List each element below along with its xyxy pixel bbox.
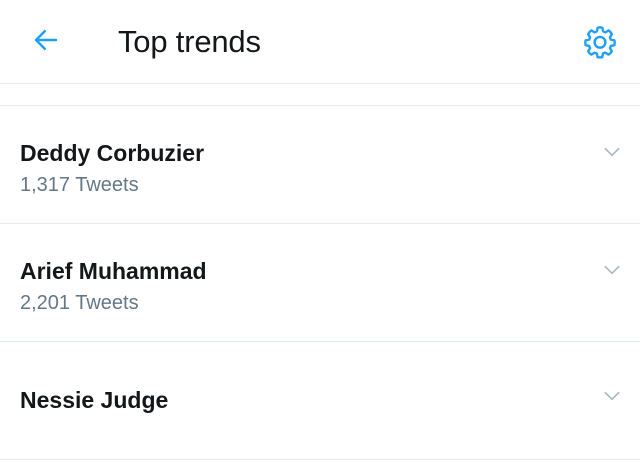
arrow-left-icon [34, 30, 58, 50]
trend-menu-button[interactable] [600, 140, 624, 164]
trend-tweet-count: 2,201 Tweets [20, 292, 139, 314]
trend-menu-button[interactable] [600, 384, 624, 408]
trend-list: Deddy Corbuzier 1,317 Tweets Arief Muham… [0, 106, 640, 460]
trend-tweet-count: 1,317 Tweets [20, 174, 139, 196]
trend-item[interactable]: Nessie Judge [0, 342, 640, 460]
trend-menu-button[interactable] [600, 258, 624, 282]
settings-button[interactable] [580, 22, 620, 62]
chevron-down-icon [604, 265, 620, 275]
top-bar: Top trends [0, 0, 640, 84]
trend-item[interactable]: Deddy Corbuzier 1,317 Tweets [0, 106, 640, 224]
page-title: Top trends [118, 24, 261, 59]
back-button[interactable] [28, 22, 64, 58]
trend-item[interactable]: Arief Muhammad 2,201 Tweets [0, 224, 640, 342]
chevron-down-icon [604, 147, 620, 157]
trend-name: Deddy Corbuzier [20, 140, 205, 166]
trend-name: Arief Muhammad [20, 258, 207, 284]
chevron-down-icon [604, 391, 620, 401]
trend-name: Nessie Judge [20, 387, 169, 413]
section-divider [0, 84, 640, 106]
gear-icon [584, 26, 616, 59]
